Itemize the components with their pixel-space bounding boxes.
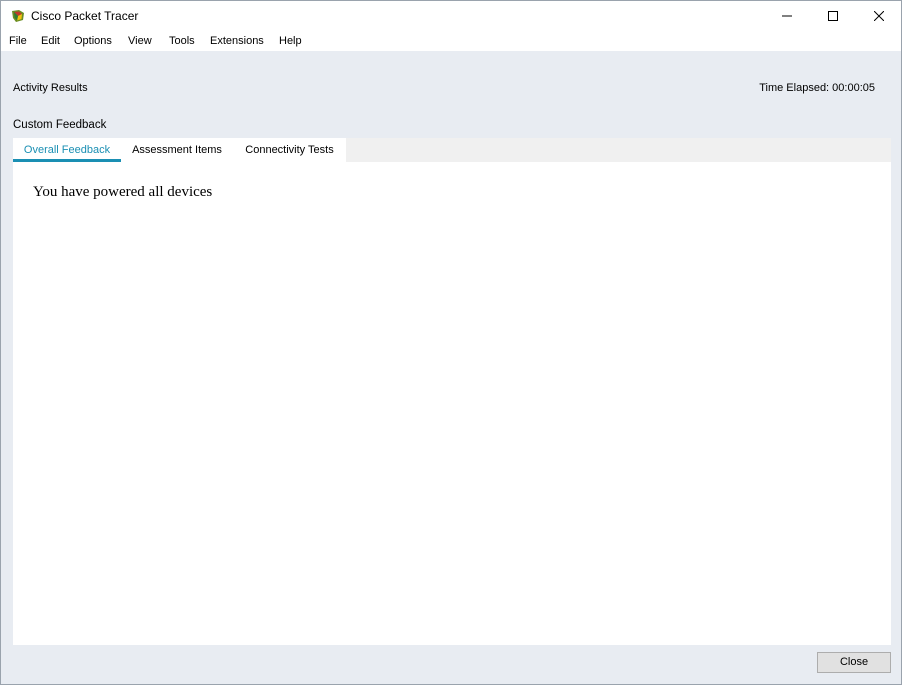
- tab-label: Overall Feedback: [23, 144, 111, 156]
- close-icon: [874, 11, 884, 21]
- tab-connectivity-tests[interactable]: Connectivity Tests: [233, 138, 346, 162]
- window-title: Cisco Packet Tracer: [31, 9, 139, 23]
- maximize-icon: [828, 11, 838, 21]
- close-window-button[interactable]: [856, 1, 902, 31]
- menu-edit[interactable]: Edit: [41, 35, 60, 47]
- maximize-button[interactable]: [810, 1, 856, 31]
- minimize-icon: [782, 11, 792, 21]
- menu-bar: File Edit Options View Tools Extensions …: [1, 31, 901, 51]
- active-tab-indicator: [13, 159, 121, 162]
- feedback-message: You have powered all devices: [33, 184, 213, 200]
- title-bar: Cisco Packet Tracer: [1, 1, 901, 31]
- menu-tools[interactable]: Tools: [169, 35, 195, 47]
- activity-results-content: Activity Results Time Elapsed: 00:00:05 …: [1, 51, 901, 684]
- menu-view[interactable]: View: [128, 35, 152, 47]
- tab-label: Assessment Items: [132, 144, 222, 156]
- feedback-tab-bar: Overall Feedback Assessment Items Connec…: [13, 138, 891, 162]
- tab-label: Connectivity Tests: [245, 144, 334, 156]
- menu-extensions[interactable]: Extensions: [210, 35, 264, 47]
- activity-results-label: Activity Results: [13, 82, 88, 94]
- custom-feedback-title: Custom Feedback: [13, 119, 107, 131]
- minimize-button[interactable]: [764, 1, 810, 31]
- time-elapsed-label: Time Elapsed: 00:00:05: [759, 82, 875, 94]
- feedback-panel: Overall Feedback Assessment Items Connec…: [13, 138, 891, 645]
- menu-help[interactable]: Help: [279, 35, 302, 47]
- tab-assessment-items[interactable]: Assessment Items: [121, 138, 233, 162]
- tab-overall-feedback[interactable]: Overall Feedback: [13, 138, 121, 162]
- menu-file[interactable]: File: [9, 35, 27, 47]
- menu-options[interactable]: Options: [74, 35, 112, 47]
- packet-tracer-icon: [10, 8, 26, 24]
- packet-tracer-window: Cisco Packet Tracer File Edit Options Vi…: [0, 0, 902, 685]
- close-button[interactable]: Close: [817, 652, 891, 673]
